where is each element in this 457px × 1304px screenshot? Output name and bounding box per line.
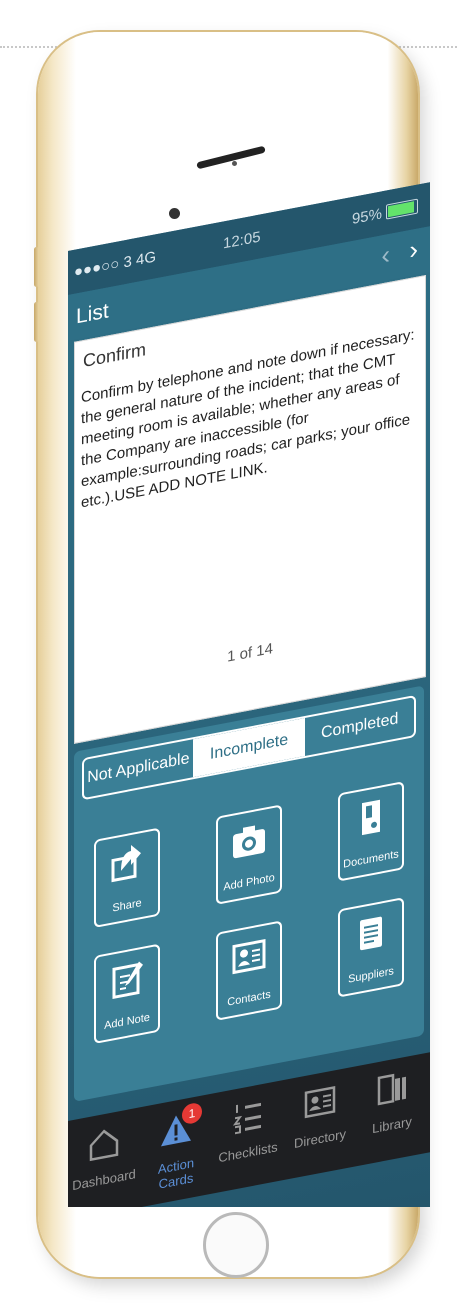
volume-down-button xyxy=(34,302,39,342)
volume-up-button xyxy=(34,247,39,287)
tab-action-cards-label: Action Cards xyxy=(157,1155,195,1192)
earpiece-speaker xyxy=(196,145,266,170)
documents-button[interactable]: Documents xyxy=(338,781,404,882)
clock: 12:05 xyxy=(223,228,261,253)
forward-arrow-icon[interactable]: › xyxy=(409,234,418,267)
tab-directory[interactable]: Directory xyxy=(284,1066,356,1170)
tab-dashboard-label: Dashboard xyxy=(72,1166,136,1194)
tab-library[interactable]: Library xyxy=(356,1053,428,1157)
add-note-button[interactable]: Add Note xyxy=(94,943,160,1045)
tab-library-label: Library xyxy=(372,1113,412,1137)
page-indicator: 1 of 14 xyxy=(227,640,273,666)
tab-checklists[interactable]: Checklists xyxy=(212,1080,284,1184)
add-photo-button[interactable]: Add Photo xyxy=(216,804,282,905)
share-button[interactable]: Share xyxy=(94,827,160,929)
proximity-sensor xyxy=(232,161,237,166)
home-button[interactable] xyxy=(203,1212,269,1278)
card-heading: Confirm xyxy=(83,339,147,372)
camera-icon xyxy=(233,825,265,859)
action-panel: Not Applicable Incomplete Completed Shar… xyxy=(74,685,424,1102)
tab-action-cards[interactable]: 1 Action Cards xyxy=(140,1094,212,1198)
tab-directory-label: Directory xyxy=(293,1126,346,1152)
share-icon xyxy=(111,845,141,883)
segment-incomplete[interactable]: Incomplete xyxy=(194,717,306,777)
signal-indicator: ●●●○○ 3 4G xyxy=(74,248,156,281)
house-icon xyxy=(89,1129,119,1162)
phone-frame: ●●●○○ 3 4G 12:05 95% List ‹ › Confirm Co… xyxy=(34,32,430,1278)
tab-checklists-label: Checklists xyxy=(218,1139,278,1166)
action-card: Confirm Confirm by telephone and note do… xyxy=(74,274,426,744)
battery-icon xyxy=(386,198,418,220)
add-note-label: Add Note xyxy=(104,1011,150,1033)
binder-icon xyxy=(362,799,380,836)
library-books-icon xyxy=(377,1073,406,1106)
contacts-label: Contacts xyxy=(227,988,271,1009)
contacts-button[interactable]: Contacts xyxy=(216,920,282,1021)
suppliers-button[interactable]: Suppliers xyxy=(338,897,404,998)
notification-badge: 1 xyxy=(182,1101,202,1126)
directory-card-icon xyxy=(304,1085,336,1119)
add-photo-label: Add Photo xyxy=(223,871,275,894)
documents-label: Documents xyxy=(343,848,399,871)
tab-dashboard[interactable]: Dashboard xyxy=(68,1107,140,1207)
suppliers-label: Suppliers xyxy=(348,965,394,986)
segment-not-applicable[interactable]: Not Applicable xyxy=(84,738,195,798)
screen: ●●●○○ 3 4G 12:05 95% List ‹ › Confirm Co… xyxy=(68,177,430,1207)
contact-card-icon xyxy=(232,938,266,975)
battery-percent: 95% xyxy=(351,205,382,229)
page-title: List xyxy=(76,299,109,329)
share-label: Share xyxy=(112,897,142,915)
back-arrow-icon[interactable]: ‹ xyxy=(381,239,390,272)
note-pencil-icon xyxy=(112,961,143,1000)
document-list-icon xyxy=(360,916,382,951)
numbered-list-icon xyxy=(232,1102,261,1135)
segment-completed[interactable]: Completed xyxy=(305,697,414,756)
